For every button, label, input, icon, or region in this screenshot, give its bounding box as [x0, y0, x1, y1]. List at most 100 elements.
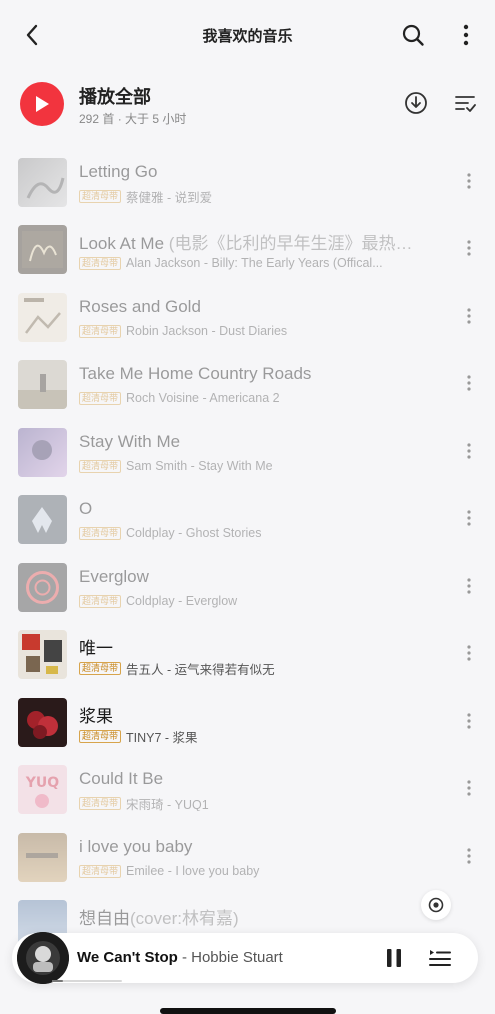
song-meta: 超清母带 Coldplay - Everglow [79, 593, 429, 609]
vertical-dots-icon [467, 645, 471, 661]
album-cover [18, 360, 67, 409]
quality-badge: 超清母带 [79, 796, 122, 810]
vertical-dots-icon [467, 848, 471, 864]
target-icon [428, 897, 444, 913]
song-row[interactable]: Stay With Me 超清母带 Sam Smith - Stay With M… [0, 418, 495, 480]
pause-button[interactable] [382, 945, 406, 971]
vertical-dots-icon [467, 308, 471, 324]
quality-badge: 超清母带 [79, 661, 122, 675]
song-meta: 超清母带 宋雨琦 - YUQ1 [79, 795, 429, 811]
song-title: 唯一 [79, 639, 113, 658]
multi-select-button[interactable] [452, 90, 478, 116]
song-title: 浆果 [79, 707, 113, 726]
vertical-dots-icon [467, 578, 471, 594]
quality-badge: 超清母带 [79, 459, 122, 473]
playlist-queue-button[interactable] [427, 945, 453, 971]
play-all-button[interactable] [20, 82, 64, 126]
song-more-button[interactable] [462, 845, 476, 867]
song-row[interactable]: 唯一 超清母带 告五人 - 运气来得若有似无 [0, 620, 495, 682]
mini-player[interactable]: We Can't Stop - Hobbie Stuart [12, 932, 478, 984]
vertical-dots-icon [463, 24, 469, 46]
song-row[interactable]: Letting Go 超清母带 蔡健雅 - 说到爱 [0, 148, 495, 210]
song-row[interactable]: i love you baby 超清母带 Emilee - I love you … [0, 823, 495, 885]
song-more-button[interactable] [462, 305, 476, 327]
song-more-button[interactable] [462, 440, 476, 462]
song-meta: 超清母带 Roch Voisine - Americana 2 [79, 390, 429, 406]
now-playing-title: We Can't Stop [77, 949, 178, 966]
song-meta: 超清母带 告五人 - 运气来得若有似无 [79, 660, 429, 676]
song-title: Take Me Home Country Roads [79, 364, 312, 383]
song-row[interactable]: Look At Me (电影《比利的早年生涯》最热… 超清母带 Alan Jack… [0, 215, 495, 277]
quality-badge: 超清母带 [79, 526, 122, 540]
home-indicator [160, 1008, 336, 1014]
search-icon [402, 24, 424, 46]
download-icon [405, 92, 427, 114]
song-more-button[interactable] [462, 372, 476, 394]
album-cover [18, 563, 67, 612]
song-meta: 超清母带 Emilee - I love you baby [79, 863, 429, 879]
quality-badge: 超清母带 [79, 864, 122, 878]
quality-badge: 超清母带 [79, 256, 122, 270]
album-cover: YUQ [18, 765, 67, 814]
album-cover [18, 630, 67, 679]
song-row[interactable]: YUQ Could It Be 超清母带 宋雨琦 - YUQ1 [0, 755, 495, 817]
song-title: Everglow [79, 567, 149, 586]
song-title: Roses and Gold [79, 297, 201, 316]
song-more-button[interactable] [462, 507, 476, 529]
playlist-icon [429, 950, 451, 966]
quality-badge: 超清母带 [79, 729, 122, 743]
song-more-button[interactable] [462, 237, 476, 259]
now-playing-artist: - Hobbie Stuart [177, 949, 283, 966]
quality-badge: 超清母带 [79, 594, 122, 608]
song-title: Look At Me (电影《比利的早年生涯》最热… [79, 234, 413, 253]
song-more-button[interactable] [462, 575, 476, 597]
locate-current-song-button[interactable] [421, 890, 451, 920]
song-title: Stay With Me [79, 432, 181, 451]
pause-icon [387, 949, 401, 967]
song-row[interactable]: O 超清母带 Coldplay - Ghost Stories [0, 485, 495, 547]
song-row[interactable]: 浆果 超清母带 TINY7 - 浆果 [0, 688, 495, 750]
song-meta: 超清母带 蔡健雅 - 说到爱 [79, 188, 429, 204]
album-cover [18, 698, 67, 747]
song-title: Letting Go [79, 162, 158, 181]
song-meta: 超清母带 Coldplay - Ghost Stories [79, 525, 429, 541]
album-cover [18, 833, 67, 882]
vertical-dots-icon [467, 443, 471, 459]
song-title: O [79, 499, 93, 518]
list-check-icon [455, 96, 476, 112]
album-cover [18, 225, 67, 274]
now-playing-cover[interactable] [17, 932, 69, 984]
playback-progress-fill [52, 980, 63, 982]
song-more-button[interactable] [462, 710, 476, 732]
song-more-button[interactable] [462, 170, 476, 192]
vertical-dots-icon [467, 510, 471, 526]
vertical-dots-icon [467, 240, 471, 256]
song-meta: 超清母带 Robin Jackson - Dust Diaries [79, 323, 429, 339]
song-row[interactable]: Roses and Gold 超清母带 Robin Jackson - Dust … [0, 283, 495, 345]
play-all-bar[interactable]: 播放全部 292 首 · 大于 5 小时 [0, 78, 495, 134]
quality-badge: 超清母带 [79, 189, 122, 203]
svg-text:YUQ: YUQ [25, 775, 60, 791]
more-options-button[interactable] [452, 20, 480, 50]
album-cover [18, 428, 67, 477]
quality-badge: 超清母带 [79, 391, 122, 405]
song-title: 想自由(cover:林宥嘉) [79, 909, 239, 928]
download-button[interactable] [403, 90, 429, 116]
playback-progress-track[interactable] [52, 980, 122, 982]
song-meta: 超清母带 Alan Jackson - Billy: The Early Year… [79, 255, 429, 271]
song-meta: 超清母带 TINY7 - 浆果 [79, 728, 429, 744]
search-button[interactable] [398, 20, 428, 50]
album-cover [18, 495, 67, 544]
album-cover [18, 158, 67, 207]
play-all-label: 播放全部 [79, 87, 151, 107]
play-icon [36, 96, 49, 112]
song-row[interactable]: Take Me Home Country Roads 超清母带 Roch Vois… [0, 350, 495, 412]
song-more-button[interactable] [462, 642, 476, 664]
song-more-button[interactable] [462, 777, 476, 799]
song-row[interactable]: Everglow 超清母带 Coldplay - Everglow [0, 553, 495, 615]
now-playing-info[interactable]: We Can't Stop - Hobbie Stuart [77, 949, 283, 966]
vertical-dots-icon [467, 713, 471, 729]
quality-badge: 超清母带 [79, 324, 122, 338]
header-bar: 我喜欢的音乐 [0, 0, 495, 70]
song-title: i love you baby [79, 837, 193, 856]
